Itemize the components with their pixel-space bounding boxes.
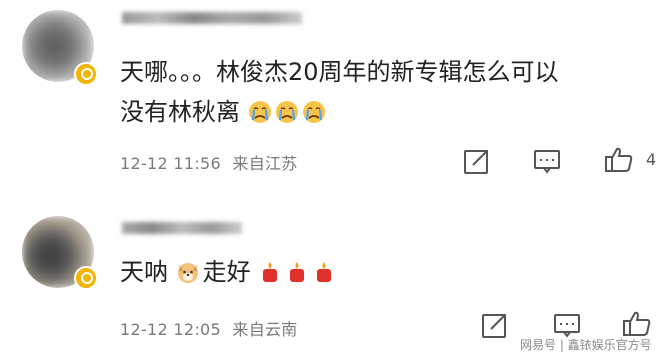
comment-text-start: 天呐	[120, 258, 168, 286]
thumbs-up-icon[interactable]	[622, 308, 652, 338]
comment-icon[interactable]	[532, 146, 562, 176]
timestamp: 12-12 12:05	[120, 320, 221, 339]
location: 来自云南	[232, 320, 298, 339]
dog-face-icon	[177, 263, 198, 283]
timestamp: 12-12 11:56	[120, 154, 221, 173]
watermark: 网易号 | 鑫铱娱乐官方号	[520, 338, 652, 352]
candle-icon	[317, 262, 332, 282]
comment-text-end: 走好	[202, 258, 251, 286]
crying-face-icon	[248, 101, 271, 123]
crying-face-icon	[302, 101, 325, 123]
like-count: 4	[646, 150, 657, 169]
verified-badge-icon	[74, 62, 98, 86]
crying-face-icon	[275, 101, 298, 123]
comment-text-line2: 没有林秋离	[120, 98, 240, 126]
verified-badge-icon	[74, 266, 98, 290]
comment-text-line1: 天哪。。。林俊杰20周年的新专辑怎么可以	[120, 58, 559, 86]
comment-item: 天哪。。。林俊杰20周年的新专辑怎么可以 没有林秋离 12-12 11:56 来…	[0, 0, 660, 196]
share-icon[interactable]	[480, 310, 510, 340]
location: 来自江苏	[232, 154, 298, 173]
comment-item: 天呐 走好 12-12 12:05 来自云南	[0, 200, 660, 357]
thumbs-up-icon[interactable]	[604, 144, 634, 174]
username-blurred[interactable]	[122, 12, 302, 24]
share-icon[interactable]	[462, 146, 492, 176]
comment-text: 天哪。。。林俊杰20周年的新专辑怎么可以 没有林秋离	[120, 52, 640, 132]
comment-meta: 12-12 12:05 来自云南	[120, 316, 298, 340]
comment-text: 天呐 走好	[120, 252, 640, 292]
username-blurred[interactable]	[122, 222, 242, 234]
candle-icon	[263, 262, 278, 282]
candle-icon	[290, 262, 305, 282]
comment-meta: 12-12 11:56 来自江苏	[120, 150, 298, 174]
